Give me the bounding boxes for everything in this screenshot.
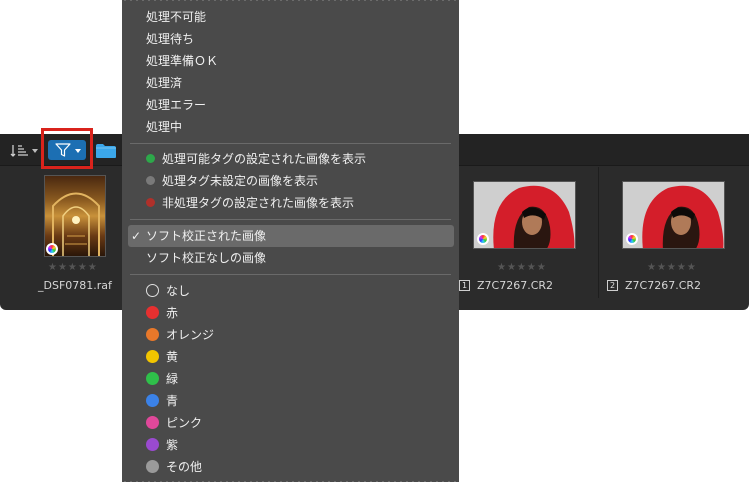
menu-item-color-none[interactable]: なし (122, 280, 459, 302)
folder-icon (96, 144, 116, 158)
menu-separator (130, 219, 451, 220)
empty-circle-icon (146, 284, 159, 297)
menu-item-label: 黄 (166, 350, 179, 364)
menu-item-softproof[interactable]: ソフト校正なしの画像 (122, 247, 459, 269)
orange-circle-icon (146, 328, 159, 341)
thumbnail-filename-text: Z7C7267.CR2 (625, 279, 702, 292)
chevron-down-icon (32, 149, 38, 153)
thumbnail-cell[interactable]: ★★★★★ 1 Z7C7267.CR2 (459, 167, 599, 298)
menu-item-label: 処理可能タグの設定された画像を表示 (162, 152, 367, 166)
thumbnail-filename: 2 Z7C7267.CR2 (607, 279, 747, 292)
menu-item-color-orange[interactable]: オレンジ (122, 324, 459, 346)
menu-item-status[interactable]: 処理済 (122, 72, 459, 94)
pink-circle-icon (146, 416, 159, 429)
filter-dropdown-menu: 処理不可能 処理待ち 処理準備ＯＫ 処理済 処理エラー 処理中 処理可能タグの設… (122, 0, 459, 482)
star-rating[interactable]: ★★★★★ (48, 262, 98, 273)
version-badge: 2 (607, 280, 618, 291)
menu-item-color-other[interactable]: その他 (122, 456, 459, 478)
menu-item-status[interactable]: 処理中 (122, 116, 459, 138)
star-rating[interactable]: ★★★★★ (647, 262, 697, 273)
menu-item-softproof[interactable]: ✓ ソフト校正された画像 (128, 225, 454, 247)
menu-item-tag-filter[interactable]: 処理タグ未設定の画像を表示 (122, 170, 459, 192)
purple-circle-icon (146, 438, 159, 451)
menu-item-tag-filter[interactable]: 処理可能タグの設定された画像を表示 (122, 148, 459, 170)
green-dot-icon (146, 154, 155, 163)
menu-item-color-purple[interactable]: 紫 (122, 434, 459, 456)
yellow-circle-icon (146, 350, 159, 363)
sort-button[interactable] (8, 142, 42, 160)
menu-item-label: なし (166, 284, 191, 298)
menu-item-color-pink[interactable]: ピンク (122, 412, 459, 434)
soft-proof-icon (46, 243, 58, 255)
blue-circle-icon (146, 394, 159, 407)
sort-icon (10, 145, 28, 157)
thumbnail-filename: _DSF0781.raf (38, 279, 112, 292)
version-badge: 1 (459, 280, 470, 291)
menu-item-label: オレンジ (166, 328, 215, 342)
menu-separator (130, 274, 451, 275)
red-hood-portrait-photo (474, 182, 575, 248)
menu-item-status[interactable]: 処理エラー (122, 94, 459, 116)
folder-button[interactable] (95, 143, 117, 159)
menu-item-label: その他 (166, 460, 203, 474)
soft-proof-icon (477, 233, 489, 245)
thumbnail-filename-text: Z7C7267.CR2 (477, 279, 554, 292)
menu-item-label: ピンク (166, 416, 203, 430)
menu-item-label: 非処理タグの設定された画像を表示 (162, 196, 355, 210)
red-hood-portrait-photo (623, 182, 724, 248)
menu-item-label: 紫 (166, 438, 179, 452)
menu-item-status[interactable]: 処理待ち (122, 28, 459, 50)
red-dot-icon (146, 198, 155, 207)
thumbnail-cell[interactable]: ★★★★★ 2 Z7C7267.CR2 (599, 167, 749, 298)
menu-item-status[interactable]: 処理不可能 (122, 6, 459, 28)
filter-button-highlight (41, 128, 93, 169)
menu-item-color-red[interactable]: 赤 (122, 302, 459, 324)
menu-item-label: 青 (166, 394, 179, 408)
green-circle-icon (146, 372, 159, 385)
menu-item-label: 緑 (166, 372, 179, 386)
soft-proof-icon (626, 233, 638, 245)
menu-item-label: 処理タグ未設定の画像を表示 (162, 174, 319, 188)
gray-dot-icon (146, 176, 155, 185)
star-rating[interactable]: ★★★★★ (497, 262, 547, 273)
thumbnail-filename: 1 Z7C7267.CR2 (459, 279, 599, 292)
menu-item-label: ソフト校正された画像 (146, 229, 267, 243)
menu-item-color-blue[interactable]: 青 (122, 390, 459, 412)
gray-circle-icon (146, 460, 159, 473)
red-circle-icon (146, 306, 159, 319)
menu-item-label: 赤 (166, 306, 179, 320)
menu-item-color-green[interactable]: 緑 (122, 368, 459, 390)
menu-separator (130, 143, 451, 144)
menu-item-tag-filter[interactable]: 非処理タグの設定された画像を表示 (122, 192, 459, 214)
torn-edge-top (122, 0, 459, 2)
menu-item-status[interactable]: 処理準備ＯＫ (122, 50, 459, 72)
checkmark-icon: ✓ (131, 229, 142, 243)
menu-item-color-yellow[interactable]: 黄 (122, 346, 459, 368)
